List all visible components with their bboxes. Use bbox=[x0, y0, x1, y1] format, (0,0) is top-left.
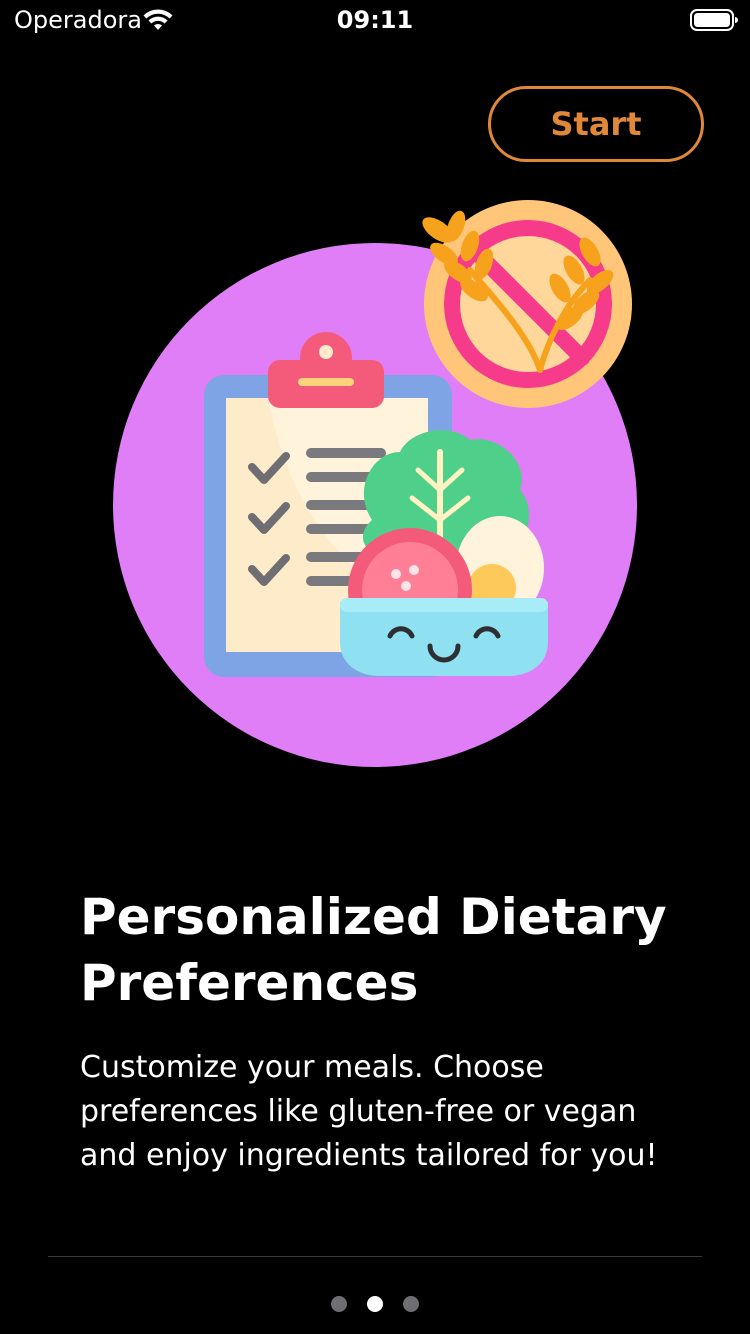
page-indicator[interactable] bbox=[0, 1296, 750, 1312]
status-bar: Operadora 09:11 bbox=[0, 0, 750, 40]
clock: 09:11 bbox=[336, 6, 414, 34]
page-dot-1[interactable] bbox=[331, 1296, 347, 1312]
onboarding-description: Customize your meals. Choose preferences… bbox=[80, 1050, 658, 1173]
page-dot-2[interactable] bbox=[367, 1296, 383, 1312]
page-dot-3[interactable] bbox=[403, 1296, 419, 1312]
onboarding-title: Personalized Dietary Preferences bbox=[80, 888, 667, 1012]
start-button[interactable]: Start bbox=[488, 86, 704, 162]
diet-illustration bbox=[113, 200, 637, 767]
onboarding-screen: Operadora 09:11 Start Personalized Dieta… bbox=[0, 0, 750, 1334]
divider bbox=[48, 1256, 702, 1257]
battery-icon bbox=[690, 9, 738, 31]
